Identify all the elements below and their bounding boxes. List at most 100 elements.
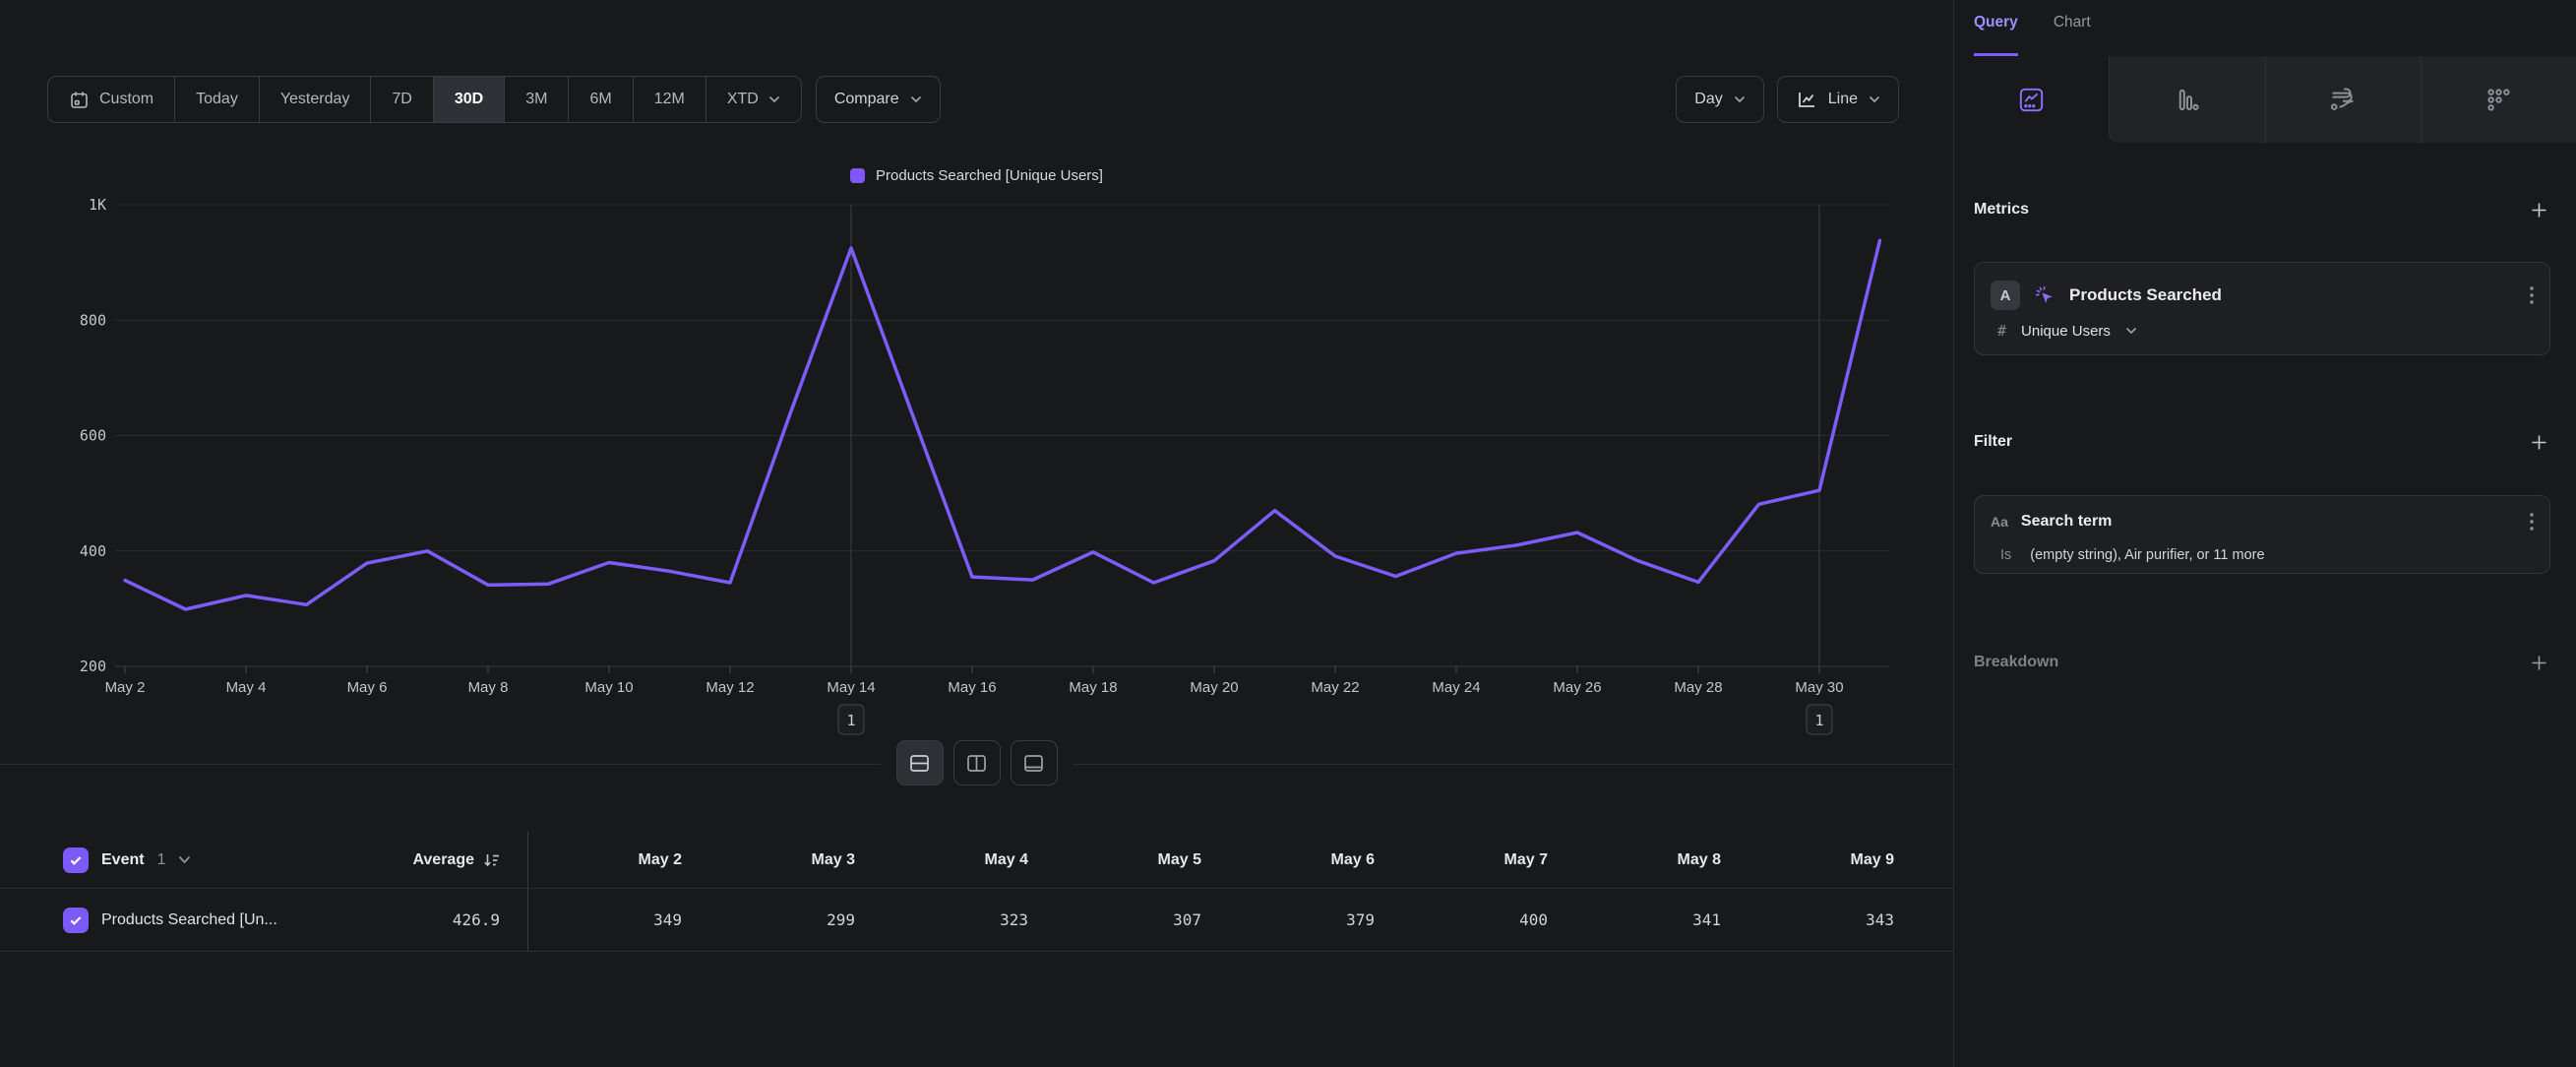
analytics-app: CustomTodayYesterday7D30D3M6M12MXTD Comp… xyxy=(0,0,2576,1067)
main-panel: CustomTodayYesterday7D30D3M6M12MXTD Comp… xyxy=(0,0,1953,1067)
x-axis-label: May 14 xyxy=(827,679,875,696)
column-header-may-2[interactable]: May 2 xyxy=(528,851,702,869)
filter-property-name: Search term xyxy=(2021,513,2517,531)
x-axis-label: May 6 xyxy=(347,679,388,696)
x-axis-label: May 30 xyxy=(1795,679,1843,696)
event-cursor-icon xyxy=(2033,283,2056,307)
visualization-tab-strip xyxy=(1954,56,2576,143)
split-horizontal-icon xyxy=(909,754,930,773)
column-header-may-6[interactable]: May 6 xyxy=(1221,851,1394,869)
average-header-label: Average xyxy=(412,851,474,869)
check-icon xyxy=(68,912,84,928)
filter-title: Filter xyxy=(1974,433,2012,451)
select-all-checkbox[interactable] xyxy=(63,847,89,873)
line-chart-canvas[interactable]: 1K80060040020011May 2May 4May 6May 8May … xyxy=(0,0,1953,748)
column-header-may-8[interactable]: May 8 xyxy=(1567,851,1741,869)
filter-value: (empty string), Air purifier, or 11 more xyxy=(2030,547,2264,563)
event-header-cell: Event 1 xyxy=(0,847,317,873)
add-metric-button[interactable] xyxy=(2527,198,2550,221)
y-axis-label: 400 xyxy=(80,542,106,560)
x-axis-label: May 26 xyxy=(1553,679,1601,696)
filter-section-heading: Filter xyxy=(1974,430,2550,454)
add-filter-button[interactable] xyxy=(2527,430,2550,454)
viz-tab-line-chart[interactable] xyxy=(1954,56,2109,143)
measure-row[interactable]: # Unique Users xyxy=(1991,320,2534,342)
filter-more-menu-icon[interactable] xyxy=(2530,513,2534,531)
event-header-label: Event xyxy=(101,851,145,869)
sidebar-tabs: Query Chart xyxy=(1954,0,2576,56)
add-breakdown-button[interactable] xyxy=(2527,651,2550,674)
breakdown-title: Breakdown xyxy=(1974,654,2058,671)
single-panel-layout-button[interactable] xyxy=(1011,740,1058,785)
average-value-cell: 426.9 xyxy=(317,889,528,951)
split-horizontal-layout-button[interactable] xyxy=(896,740,944,785)
table-header-row: Event 1 Average xyxy=(0,832,1953,889)
query-sidebar: Query Chart xyxy=(1953,0,2576,1067)
measure-prefix: # xyxy=(1997,322,2006,340)
x-axis-label: May 8 xyxy=(468,679,509,696)
metric-card[interactable]: A Products Searched xyxy=(1974,262,2550,355)
table-data-row: Products Searched [Un... 426.9 349299323… xyxy=(0,889,1953,952)
chevron-down-icon[interactable] xyxy=(178,855,191,864)
value-cell: 379 xyxy=(1221,910,1394,929)
series-line xyxy=(125,240,1880,609)
x-axis-label: May 12 xyxy=(705,679,754,696)
filter-condition-row[interactable]: Is (empty string), Air purifier, or 11 m… xyxy=(1991,544,2534,566)
viz-tab-bar-chart[interactable] xyxy=(2109,56,2264,143)
x-axis-label: May 18 xyxy=(1069,679,1117,696)
breakdown-section-heading: Breakdown xyxy=(1974,651,2550,674)
y-axis-label: 800 xyxy=(80,311,106,329)
value-cell: 307 xyxy=(1048,910,1221,929)
y-axis-label: 200 xyxy=(80,658,106,675)
x-axis-label: May 20 xyxy=(1190,679,1238,696)
event-count: 1 xyxy=(157,851,166,869)
filter-card[interactable]: Aa Search term Is (empty string), Air pu… xyxy=(1974,495,2550,574)
filter-row: Aa Search term xyxy=(1991,509,2534,534)
x-axis-label: May 4 xyxy=(226,679,267,696)
x-axis-label: May 16 xyxy=(948,679,996,696)
column-header-may-5[interactable]: May 5 xyxy=(1048,851,1221,869)
plus-icon xyxy=(2531,434,2547,451)
average-header-cell[interactable]: Average xyxy=(317,832,528,888)
average-value: 426.9 xyxy=(453,910,500,929)
metric-more-menu-icon[interactable] xyxy=(2530,286,2534,304)
measure-label: Unique Users xyxy=(2021,323,2111,340)
x-axis-label: May 10 xyxy=(584,679,633,696)
single-panel-icon xyxy=(1023,754,1044,773)
chevron-down-icon xyxy=(2125,327,2137,335)
event-row-name: Products Searched [Un... xyxy=(101,911,277,929)
value-cell: 400 xyxy=(1394,910,1567,929)
x-axis-label: May 22 xyxy=(1311,679,1359,696)
sidebar-content: Metrics A xyxy=(1954,143,2576,674)
viz-tab-flows[interactable] xyxy=(2265,56,2421,143)
x-axis-label: May 24 xyxy=(1432,679,1480,696)
string-type-icon: Aa xyxy=(1991,514,2008,530)
check-icon xyxy=(68,852,84,868)
bar-chart-tab-icon xyxy=(2174,87,2200,113)
value-cell: 299 xyxy=(702,910,875,929)
column-header-may-9[interactable]: May 9 xyxy=(1741,851,1914,869)
plus-icon xyxy=(2531,655,2547,671)
column-header-may-3[interactable]: May 3 xyxy=(702,851,875,869)
value-cell: 349 xyxy=(528,910,702,929)
metrics-section-heading: Metrics xyxy=(1974,198,2550,221)
tab-query[interactable]: Query xyxy=(1974,14,2018,56)
split-vertical-layout-button[interactable] xyxy=(953,740,1001,785)
annotation-badge-label: 1 xyxy=(1814,712,1823,729)
viz-tab-retention[interactable] xyxy=(2421,56,2576,143)
split-vertical-icon xyxy=(966,754,987,773)
metric-name: Products Searched xyxy=(2069,285,2517,305)
column-header-may-7[interactable]: May 7 xyxy=(1394,851,1567,869)
event-row-cell: Products Searched [Un... xyxy=(0,908,317,933)
tab-chart[interactable]: Chart xyxy=(2054,14,2091,56)
plus-icon xyxy=(2531,202,2547,219)
layout-toggle-group xyxy=(881,740,1073,785)
line-chart-tab-icon xyxy=(2018,87,2045,113)
value-cell: 343 xyxy=(1741,910,1914,929)
retention-tab-icon xyxy=(2485,87,2512,113)
filter-operator: Is xyxy=(2000,547,2011,563)
x-axis-label: May 2 xyxy=(105,679,146,696)
metric-letter-badge: A xyxy=(1991,281,2020,310)
column-header-may-4[interactable]: May 4 xyxy=(875,851,1048,869)
row-checkbox[interactable] xyxy=(63,908,89,933)
